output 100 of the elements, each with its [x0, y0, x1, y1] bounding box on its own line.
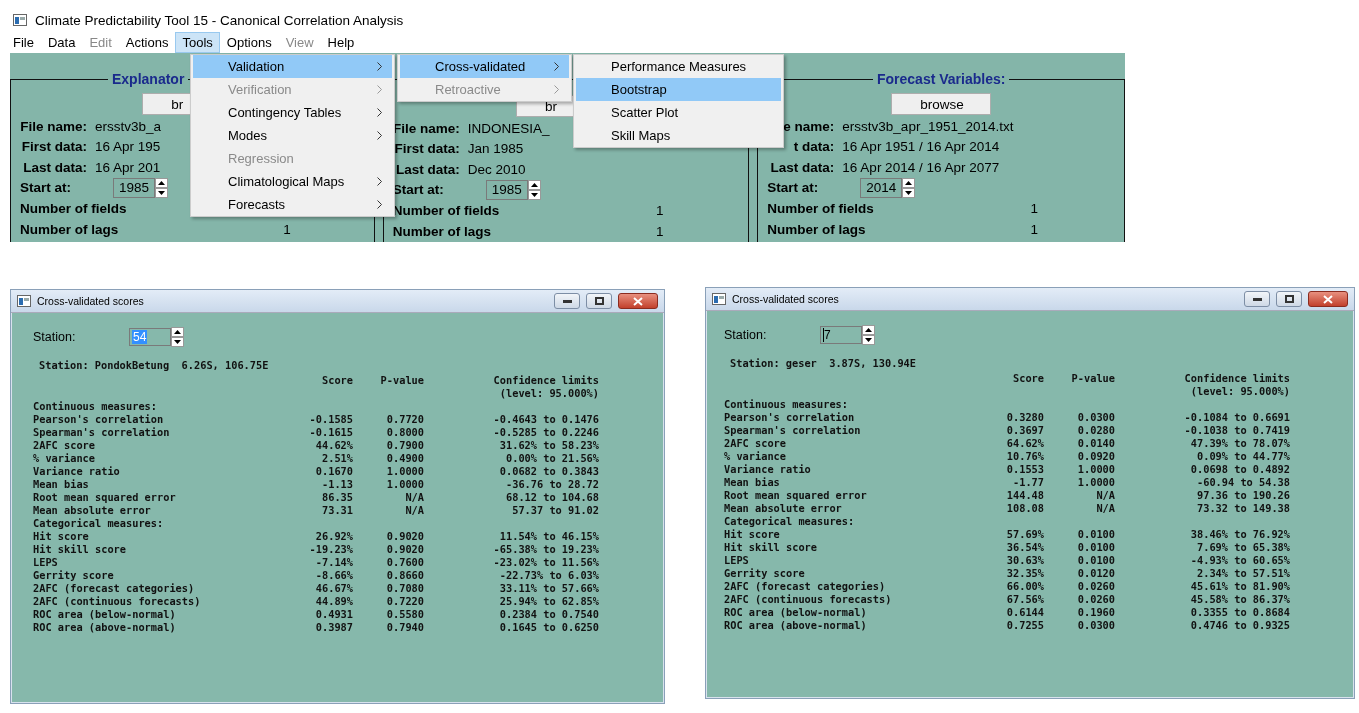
field-label: First data:: [20, 139, 87, 155]
p-value: N/A: [404, 491, 424, 504]
count-value: 1: [282, 222, 292, 237]
p-value: 0.8660: [385, 569, 424, 582]
measure-name: % variance: [33, 452, 96, 465]
score-value: 0.3987: [314, 621, 353, 634]
p-value: 0.0920: [1076, 450, 1115, 463]
p-value: 0.0120: [1076, 567, 1115, 580]
count-label: Number of fields: [392, 203, 500, 218]
score-value: 57.69%: [1005, 528, 1044, 541]
column-header: Score: [321, 374, 353, 387]
p-value: 0.0300: [1076, 411, 1115, 424]
confidence-interval: 31.62% to 58.23%: [498, 439, 599, 452]
p-value: 1.0000: [1076, 476, 1115, 489]
confidence-interval: -0.5285 to 0.2246: [492, 426, 599, 439]
score-value: 46.67%: [314, 582, 353, 595]
measure-name: 2AFC (continuous forecasts): [724, 593, 893, 606]
measure-name: ROC area (above-normal): [724, 619, 868, 632]
start-label: Start at:: [20, 180, 72, 196]
confidence-interval: 0.1645 to 0.6250: [498, 621, 599, 634]
score-value: -8.66%: [314, 569, 353, 582]
count-value: 1: [654, 224, 665, 239]
section-heading: Continuous measures:: [724, 398, 849, 411]
score-value: -19.23%: [308, 543, 353, 556]
confidence-interval: -23.02% to 11.56%: [492, 556, 599, 569]
confidence-interval: 57.37 to 91.02: [511, 504, 599, 517]
score-value: -1.77: [1012, 476, 1044, 489]
score-value: -0.1615: [308, 426, 353, 439]
confidence-interval: 0.0698 to 0.4892: [1189, 463, 1290, 476]
p-value: 0.0100: [1076, 528, 1115, 541]
count-label: Number of lags: [392, 224, 491, 239]
confidence-interval: -60.94 to 54.38: [1196, 476, 1290, 489]
score-value: -7.14%: [314, 556, 353, 569]
p-value: 0.0100: [1076, 541, 1115, 554]
confidence-interval: 11.54% to 46.15%: [498, 530, 599, 543]
confidence-interval: 45.61% to 81.90%: [1189, 580, 1290, 593]
measure-name: ROC area (below-normal): [724, 606, 868, 619]
measure-name: 2AFC score: [33, 439, 96, 452]
confidence-interval: 0.4746 to 0.9325: [1189, 619, 1290, 632]
measure-name: Variance ratio: [724, 463, 812, 476]
column-header: P-value: [379, 374, 424, 387]
field-value: ersstv3b_a: [95, 118, 162, 134]
confidence-level: (level: 95.000%): [498, 387, 599, 400]
field-value: Dec 2010: [467, 161, 526, 177]
confidence-interval: 2.34% to 57.51%: [1196, 567, 1290, 580]
measure-name: Hit skill score: [33, 543, 127, 556]
field-label: Last data:: [22, 159, 87, 175]
p-value: 0.7900: [385, 439, 424, 452]
count-label: Number of lags: [767, 222, 866, 237]
measure-name: Root mean squared error: [724, 489, 868, 502]
confidence-interval: 7.69% to 65.38%: [1196, 541, 1290, 554]
confidence-interval: 97.36 to 190.26: [1196, 489, 1290, 502]
p-value: 0.4900: [385, 452, 424, 465]
measure-name: Spearman's correlation: [33, 426, 171, 439]
group-title: Forecast Variables:: [875, 71, 1007, 87]
confidence-interval: -65.38% to 19.23%: [492, 543, 599, 556]
confidence-interval: 73.32 to 149.38: [1196, 502, 1290, 515]
p-value: 1.0000: [385, 478, 424, 491]
measure-name: Pearson's correlation: [724, 411, 856, 424]
score-value: 30.63%: [1005, 554, 1044, 567]
field-value: 16 Apr 2014 / 16 Apr 2077: [842, 159, 1000, 175]
score-value: 0.7255: [1005, 619, 1044, 632]
score-value: 26.92%: [314, 530, 353, 543]
p-value: 0.7940: [385, 621, 424, 634]
score-value: 108.08: [1005, 502, 1044, 515]
field-label: First data:: [393, 141, 460, 157]
score-value: 66.00%: [1005, 580, 1044, 593]
confidence-interval: 0.00% to 21.56%: [505, 452, 599, 465]
measure-name: 2AFC (forecast categories): [724, 580, 887, 593]
field-value: Jan 1985: [467, 141, 524, 157]
measure-name: LEPS: [724, 554, 750, 567]
start-label: Start at:: [767, 180, 820, 196]
score-value: 73.31: [321, 504, 353, 517]
score-value: 0.1670: [314, 465, 353, 478]
field-label: Last data:: [769, 159, 835, 175]
score-value: 67.56%: [1005, 593, 1044, 606]
p-value: 0.7080: [385, 582, 424, 595]
measure-name: LEPS: [33, 556, 59, 569]
p-value: N/A: [1095, 502, 1115, 515]
measure-name: 2AFC score: [724, 437, 787, 450]
confidence-interval: 45.58% to 86.37%: [1189, 593, 1290, 606]
score-value: 44.89%: [314, 595, 353, 608]
measure-name: Mean absolute error: [724, 502, 843, 515]
score-value: 86.35: [321, 491, 353, 504]
score-value: 0.4931: [314, 608, 353, 621]
p-value: 0.0100: [1076, 554, 1115, 567]
measure-name: Pearson's correlation: [33, 413, 165, 426]
score-value: 10.76%: [1005, 450, 1044, 463]
confidence-interval: -4.93% to 60.65%: [1189, 554, 1290, 567]
p-value: 0.1960: [1076, 606, 1115, 619]
confidence-interval: 0.0682 to 0.3843: [498, 465, 599, 478]
p-value: 1.0000: [1076, 463, 1115, 476]
confidence-interval: -22.73% to 6.03%: [498, 569, 599, 582]
p-value: 0.0300: [1076, 619, 1115, 632]
measure-name: Spearman's correlation: [724, 424, 862, 437]
score-value: 0.3697: [1005, 424, 1044, 437]
column-header: P-value: [1070, 372, 1115, 385]
measure-name: Hit score: [724, 528, 781, 541]
station-info: Station: geser 3.87S, 130.94E: [730, 357, 917, 370]
score-value: -0.1585: [308, 413, 353, 426]
